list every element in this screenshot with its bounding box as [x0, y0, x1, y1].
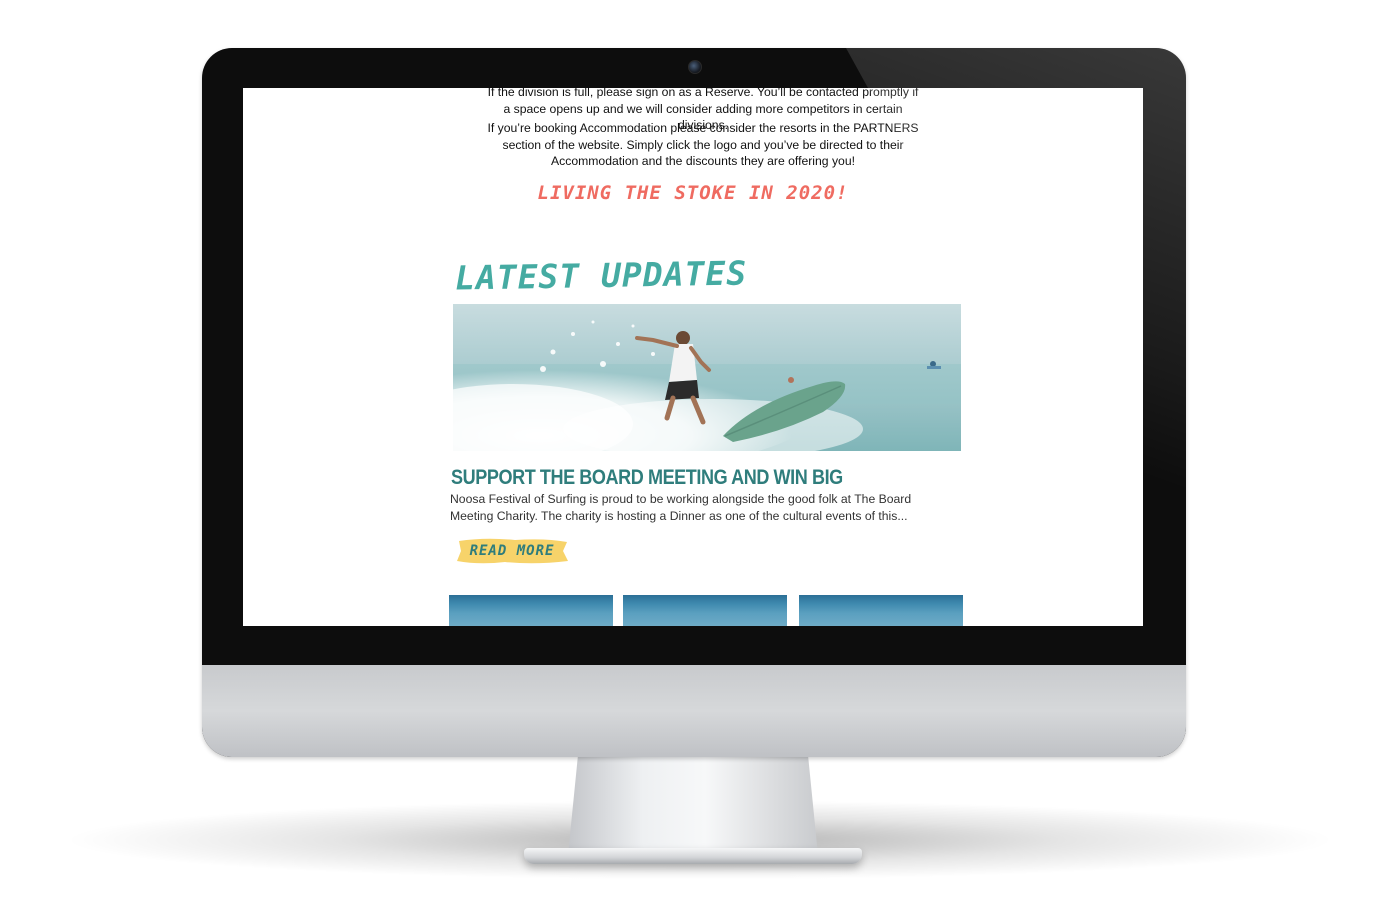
featured-post-excerpt: Noosa Festival of Surfing is proud to be… [450, 492, 912, 523]
accommodation-info-text: If you’re booking Accommodation please c… [487, 121, 919, 168]
webcam-icon [688, 60, 702, 74]
monitor-chin [202, 665, 1186, 757]
monitor-frame: If the division is full, please sign on … [202, 48, 1186, 757]
post-thumbnail[interactable] [623, 595, 787, 626]
featured-post-title[interactable]: SUPPORT THE BOARD MEETING AND WIN BIG [451, 466, 843, 490]
tagline: Living the Stoke in 2020! [537, 182, 849, 204]
post-thumbnail[interactable] [799, 595, 963, 626]
web-page: If the division is full, please sign on … [243, 88, 1143, 626]
monitor-screen: If the division is full, please sign on … [243, 88, 1143, 626]
monitor-stand [568, 755, 818, 855]
latest-updates-heading: Latest Updates [454, 253, 748, 298]
post-thumbnail[interactable] [449, 595, 613, 626]
read-more-button[interactable]: Read More [455, 537, 569, 565]
read-more-label: Read More [469, 543, 555, 559]
surfer-photo-icon [453, 304, 961, 451]
featured-post-image[interactable] [453, 304, 961, 451]
monitor-stand-base [524, 848, 862, 864]
